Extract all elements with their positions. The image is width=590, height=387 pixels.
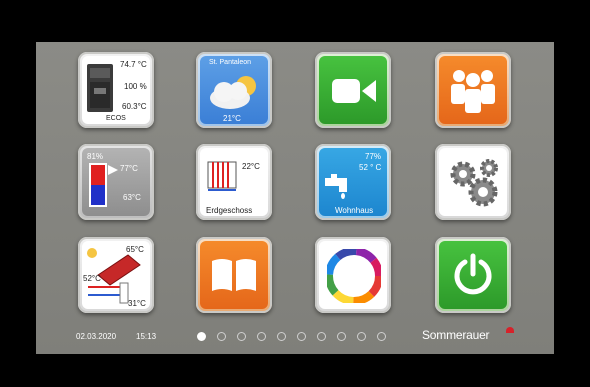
power-icon [454,253,492,295]
heating-temp: 22°C [242,162,260,171]
settings-tile[interactable] [435,144,511,220]
boiler-temp-bottom: 60.3°C [122,102,147,111]
faucet-icon [325,174,347,199]
heating-tile[interactable]: 22°C Erdgeschoss [196,144,272,220]
status-date: 02.03.2020 [76,332,117,341]
solar-tile[interactable]: 65°C 52°C 31°C [78,237,154,313]
page-dot-3[interactable] [237,332,246,341]
video-tile-face [319,56,387,124]
weather-tile[interactable]: St. Pantaleon 21°C [196,52,272,128]
manual-tile-face [200,241,268,309]
settings-tile-face [439,148,507,216]
water-location: Wohnhaus [335,206,374,215]
page-dot-4[interactable] [257,332,266,341]
boiler-icon [87,64,113,112]
users-group-icon [451,70,495,113]
book-icon [212,259,256,291]
page-dot-10[interactable] [377,332,386,341]
water-tile[interactable]: 77% 52 ° C Wohnhaus [315,144,391,220]
page-dot-7[interactable] [317,332,326,341]
gears-icon [450,159,498,207]
buffer-percent: 81% [87,152,104,161]
boiler-name: ECOS [106,115,126,122]
page-dot-6[interactable] [297,332,306,341]
buffer-temp-top: 77°C [120,164,138,173]
video-camera-icon [332,79,376,103]
water-percent: 77% [365,152,382,161]
buffer-tank-icon [89,163,107,207]
boiler-temp-top: 74.7 °C [120,60,147,69]
page-dot-8[interactable] [337,332,346,341]
radiator-icon [207,161,237,191]
puzzle-wheel-icon [327,249,381,303]
power-tile-face [439,241,507,309]
apps-tile-face [319,241,387,309]
power-tile[interactable] [435,237,511,313]
video-tile[interactable] [315,52,391,128]
page-dot-1[interactable] [197,332,206,341]
brand-logo-mark [506,327,514,333]
users-tile-face [439,56,507,124]
brand-logo-text: Sommerauer [422,328,490,342]
manual-tile[interactable] [196,237,272,313]
heating-zone-name: Erdgeschoss [206,206,253,215]
buffer-temp-bottom: 63°C [123,193,141,202]
weather-location: St. Pantaleon [209,59,252,66]
buffer-tile[interactable]: 81% 77°C 63°C [78,144,154,220]
page-dot-2[interactable] [217,332,226,341]
touch-screen: 74.7 °C 100 % 60.3°C ECOS St. Pantaleon … [36,42,554,354]
page-dot-9[interactable] [357,332,366,341]
solar-temp-left: 52°C [83,274,101,283]
weather-temp: 21°C [223,114,241,123]
page-dot-5[interactable] [277,332,286,341]
cloud-sun-icon [210,76,256,109]
boiler-percent: 100 % [124,82,147,91]
solar-temp-top: 65°C [126,245,144,254]
solar-temp-bottom: 31°C [128,299,146,308]
boiler-tile[interactable]: 74.7 °C 100 % 60.3°C ECOS [78,52,154,128]
status-time: 15:13 [136,332,157,341]
water-temp: 52 ° C [359,163,382,172]
arrow-left-icon [108,165,118,175]
users-tile[interactable] [435,52,511,128]
apps-tile[interactable] [315,237,391,313]
